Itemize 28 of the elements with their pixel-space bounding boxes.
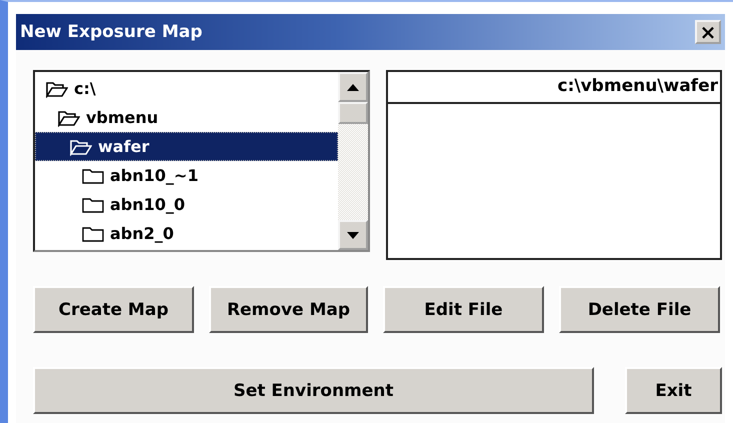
action-button[interactable]: Delete File: [559, 286, 720, 333]
exit-button[interactable]: Exit: [625, 367, 722, 414]
tree-item[interactable]: abn2_0: [35, 219, 338, 248]
down-arrow-icon: [346, 232, 358, 238]
window-title: New Exposure Map: [20, 22, 202, 42]
folder-icon: [82, 224, 104, 242]
up-arrow-icon: [346, 84, 358, 90]
action-button[interactable]: Edit File: [383, 286, 544, 333]
path-label: c:\vbmenu\wafer: [388, 72, 720, 104]
set-environment-button[interactable]: Set Environment: [33, 367, 594, 414]
tree-item[interactable]: wafer: [35, 132, 338, 161]
open-folder-icon: [58, 108, 80, 126]
scrollbar[interactable]: [338, 72, 368, 250]
action-button[interactable]: Remove Map: [209, 286, 368, 333]
folder-icon: [82, 196, 104, 214]
scroll-down-button[interactable]: [338, 220, 368, 250]
open-folder-icon: [70, 138, 92, 156]
scroll-thumb[interactable]: [338, 102, 368, 124]
tree-item[interactable]: vbmenu: [35, 103, 338, 132]
open-folder-icon: [46, 80, 68, 98]
scroll-up-button[interactable]: [338, 72, 368, 102]
file-list[interactable]: c:\vbmenu\wafer: [386, 70, 722, 260]
action-button[interactable]: Create Map: [33, 286, 194, 333]
folder-icon: [82, 166, 104, 184]
tree-item[interactable]: c:\: [35, 74, 338, 103]
tree-item[interactable]: abn10_0: [35, 190, 338, 219]
close-button[interactable]: ×: [695, 20, 721, 44]
tree-item[interactable]: abn10_~1: [35, 161, 338, 190]
